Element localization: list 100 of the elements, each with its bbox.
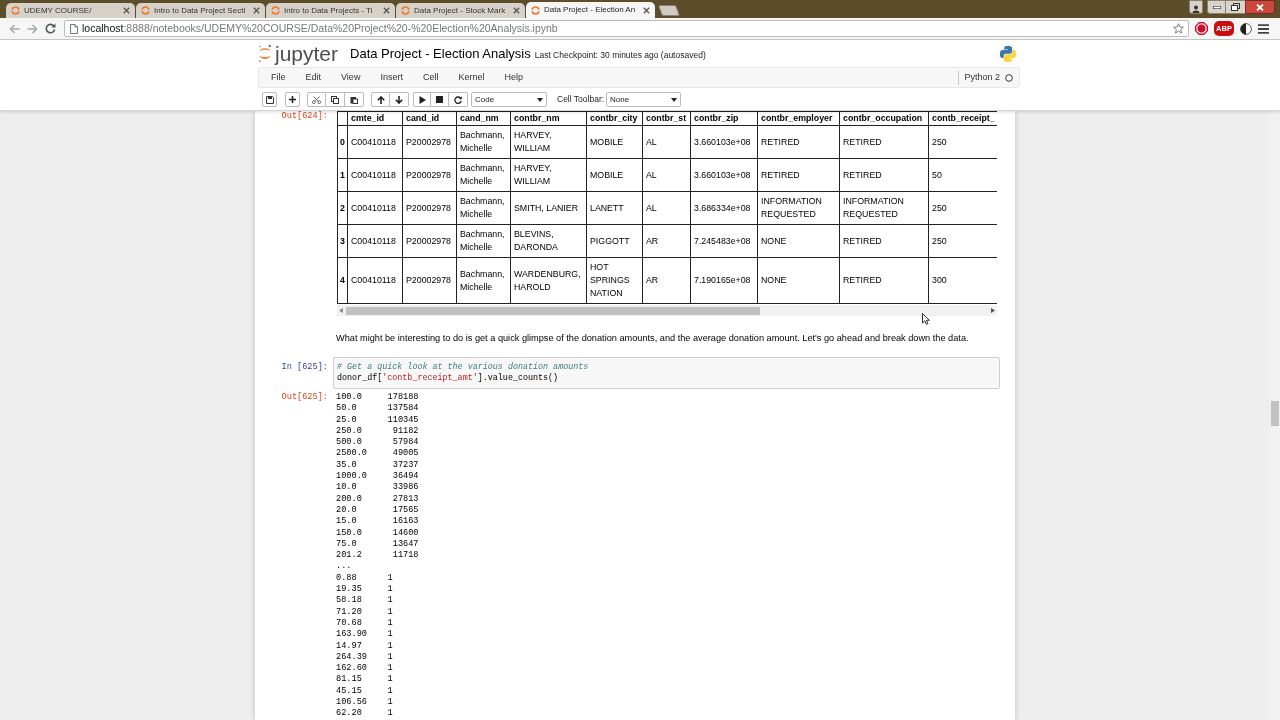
menu-item[interactable]: Edit [295,73,332,82]
cell-type-dropdown[interactable]: Code [471,92,547,107]
output-line: 100.0 178188 [336,392,419,404]
close-icon[interactable] [383,7,390,14]
restore-button[interactable] [1226,0,1245,14]
code-line: # Get a quick look at the various donation amounts [337,362,590,373]
table-cell: AR [642,224,691,258]
browser-tab[interactable]: UDEMY COURSE/ [6,3,135,18]
table-cell: AL [642,125,691,159]
table-cell: PIGGOTT [586,224,643,258]
address-field[interactable]: localhost:8888/notebooks/UDEMY%20COURSE/Data%20Project%20-%20Election%20Analysis.ipynb [64,20,1189,37]
stop-sign-icon[interactable] [1195,22,1208,35]
close-icon[interactable] [123,7,130,14]
close-button[interactable] [1245,0,1275,14]
caret-icon [671,97,678,102]
close-icon [1256,3,1264,11]
person-icon [1192,5,1200,13]
menu-item[interactable]: Insert [370,73,413,82]
column-header: cand_nm [456,111,511,126]
move-up-button[interactable] [371,92,390,107]
scroll-left-icon[interactable] [339,308,343,313]
table-cell: 7.245483e+08 [690,224,758,258]
restore-icon [1231,3,1240,11]
menu-item[interactable]: File [261,73,296,82]
browser-tab[interactable]: Intro to Data Project Secti [136,3,265,18]
output-prompt: Out[625]: [280,392,329,403]
site-logo-icon [11,6,20,15]
column-header: cand_id [402,111,457,126]
square-icon [436,96,443,103]
cell-toolbar-label: Cell Toolbar: [557,95,605,104]
output-line: 75.0 13647 [336,538,419,551]
table-cell: RETIRED [839,224,929,258]
move-down-button[interactable] [390,92,409,107]
copy-icon [331,95,339,104]
output-line: 106.56 1 [336,697,394,709]
table-cell: BLEVINS, DARONDA [510,224,587,258]
browser-tab[interactable]: Intro to Data Projects - Ti [266,3,395,18]
save-button[interactable] [262,92,277,107]
row-index: 0 [337,125,348,159]
star-icon[interactable] [1173,23,1184,34]
browser-tab[interactable]: Data Project - Stock Mark [396,3,525,18]
stop-button[interactable] [431,92,449,107]
table-cell: Bachmann, Michelle [456,224,511,258]
notebook-title[interactable]: Data Project - Election Analysis [350,47,531,60]
close-icon[interactable] [643,6,650,14]
table-cell: AL [642,191,691,225]
output-line: 1000.0 36494 [336,471,419,483]
caret-icon [537,97,543,102]
scrollbar-thumb[interactable] [346,306,760,315]
output-line: 58.18 1 [336,595,394,607]
cut-button[interactable] [307,92,326,107]
logo-icon [258,44,272,63]
mouse-cursor-icon [922,313,930,325]
paste-button[interactable] [345,92,364,107]
profile-button[interactable] [1189,0,1203,14]
run-button[interactable] [413,92,431,107]
output-line: 150.0 14600 [336,527,419,539]
restart-button[interactable] [449,92,468,107]
browser-tab[interactable]: Data Project - Election An [526,2,655,18]
minimize-button[interactable] [1207,0,1226,14]
output-line: 71.20 1 [336,606,394,618]
column-header: contbr_nm [510,111,587,126]
output-line: 201.2 11718 [336,550,419,562]
copy-button[interactable] [326,92,345,107]
table-cell: MOBILE [586,125,643,159]
output-line: 10.0 33986 [336,482,419,494]
close-icon[interactable] [513,7,520,14]
output-line: 70.68 1 [336,617,394,630]
menu-item[interactable]: Help [494,73,533,82]
table-cell: INFORMATION REQUESTED [757,191,840,225]
table-cell: RETIRED [757,125,840,159]
output-line: 0.88 1 [336,572,394,585]
table-cell: HOT SPRINGS NATION [586,257,643,304]
menu-item[interactable]: Kernel [448,73,495,82]
add-cell-button[interactable] [285,92,300,107]
cell-toolbar-dropdown[interactable]: None [606,92,682,107]
output-line: 14.97 1 [336,640,394,652]
play-icon [418,95,426,104]
menu-item[interactable]: Cell [412,73,449,82]
kernel-name: Python 2 [964,73,1000,82]
contrast-icon[interactable] [1240,22,1252,35]
new-tab-button[interactable] [658,5,680,16]
close-icon[interactable] [253,7,260,14]
right-arrow-icon [26,23,38,34]
logo-link[interactable]: jupyter [258,43,339,64]
scrollbar-thumb[interactable] [1271,401,1279,426]
page-icon [70,23,78,34]
table-cell: 3.660103e+08 [690,125,758,159]
menu-item[interactable]: View [331,73,371,82]
output-line: 20.0 17565 [336,504,419,517]
code-cell[interactable]: # Get a quick look at the various donation amounts donor_df['contb_receipt_amt'].value_counts() [333,357,1000,389]
input-prompt: In [625]: [280,361,329,373]
table-cell: NONE [757,224,840,258]
table-cell: 3.686334e+08 [690,191,758,225]
output-line: 162.60 1 [336,663,394,675]
scroll-right-icon[interactable] [991,308,995,313]
output-line: 163.90 1 [336,629,394,641]
menu-icon[interactable] [1258,23,1269,34]
table-cell: MOBILE [586,158,643,192]
table-cell: WARDENBURG, HAROLD [510,257,587,304]
